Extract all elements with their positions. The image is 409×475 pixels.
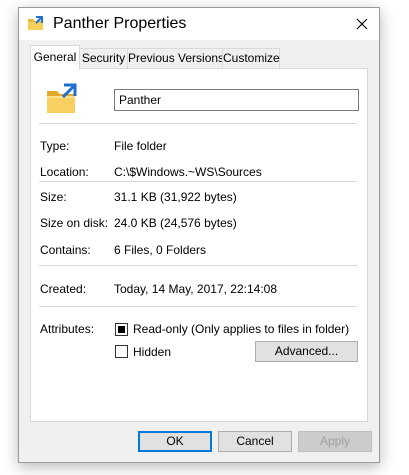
location-label: Location:	[40, 165, 89, 179]
tab-customize[interactable]: Customize	[222, 48, 280, 68]
size-label: Size:	[40, 190, 67, 204]
type-value: File folder	[114, 139, 167, 153]
ok-button[interactable]: OK	[138, 431, 212, 452]
close-button[interactable]	[351, 14, 373, 34]
size-value: 31.1 KB (31,922 bytes)	[114, 190, 237, 204]
readonly-checkbox[interactable]	[115, 323, 128, 336]
hidden-checkbox[interactable]	[115, 345, 128, 358]
folder-icon	[45, 83, 79, 115]
tab-previous-versions-label: Previous Versions	[128, 51, 225, 65]
location-value: C:\$Windows.~WS\Sources	[114, 165, 262, 179]
attributes-label: Attributes:	[40, 322, 95, 336]
tab-customize-label: Customize	[223, 51, 280, 65]
tab-strip: General Security Previous Versions Custo…	[30, 45, 370, 70]
contains-label: Contains:	[40, 243, 91, 257]
tab-security-label: Security	[81, 51, 126, 65]
contains-value: 6 Files, 0 Folders	[114, 243, 207, 257]
created-label: Created:	[40, 282, 87, 296]
size-on-disk-label: Size on disk:	[40, 216, 109, 230]
separator	[39, 306, 357, 307]
advanced-button[interactable]: Advanced...	[255, 341, 358, 362]
folder-name-input[interactable]	[114, 89, 359, 111]
hidden-label[interactable]: Hidden	[133, 345, 171, 360]
size-on-disk-value: 24.0 KB (24,576 bytes)	[114, 216, 237, 230]
type-label: Type:	[40, 139, 70, 153]
created-value: Today, 14 May, 2017, 22:14:08	[114, 282, 278, 296]
readonly-label[interactable]: Read-only (Only applies to files in fold…	[133, 322, 349, 337]
cancel-button[interactable]: Cancel	[218, 431, 292, 452]
folder-shortcut-icon	[27, 16, 45, 32]
tab-general[interactable]: General	[30, 45, 80, 70]
tab-security[interactable]: Security	[79, 48, 128, 68]
separator	[39, 181, 357, 182]
close-icon	[356, 18, 368, 30]
separator	[39, 265, 357, 266]
general-tab-panel: Type: File folder Location: C:\$Windows.…	[30, 68, 368, 422]
title-bar[interactable]: Panther Properties	[19, 8, 379, 40]
separator	[39, 123, 357, 124]
apply-button[interactable]: Apply	[298, 431, 372, 452]
properties-dialog: Panther Properties General Security Prev…	[18, 7, 380, 463]
tab-general-label: General	[33, 50, 77, 64]
tab-previous-versions[interactable]: Previous Versions	[127, 48, 225, 68]
window-title: Panther Properties	[53, 15, 187, 32]
